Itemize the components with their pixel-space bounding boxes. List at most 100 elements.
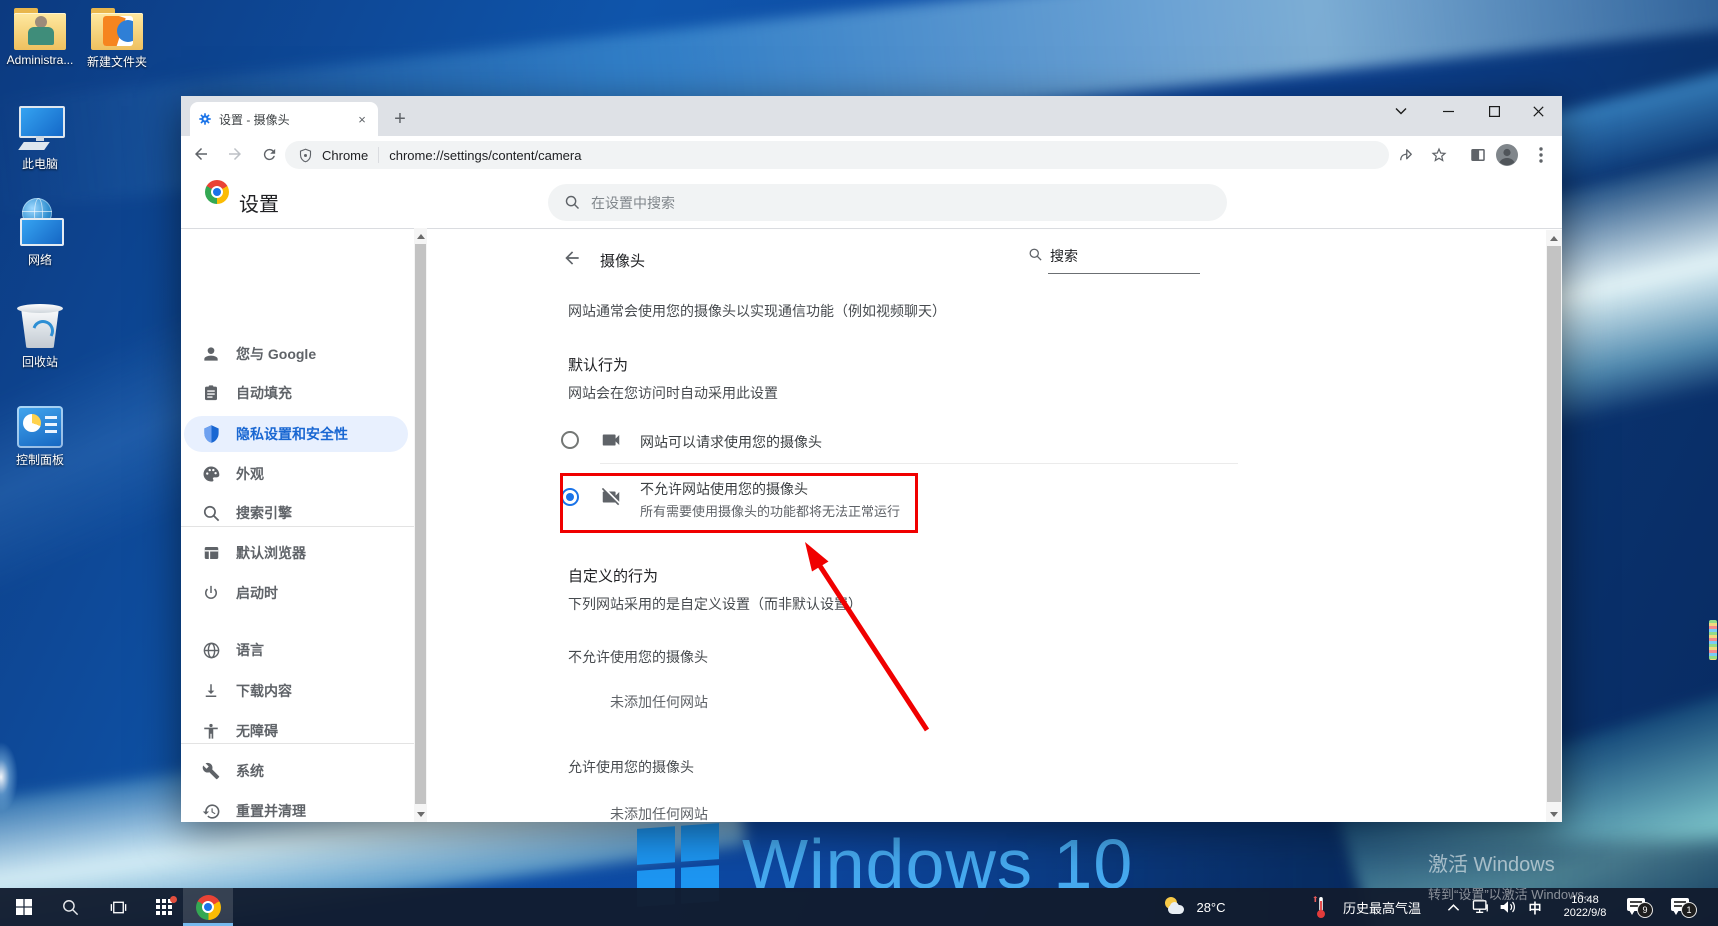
- page-search-icon: [1028, 247, 1043, 262]
- sidebar-scrollbar[interactable]: [414, 228, 427, 822]
- desktop-icon-admin-folder[interactable]: Administra...: [0, 8, 82, 67]
- sidebar-item-system[interactable]: 系统: [184, 753, 408, 789]
- tab-search-chevron-down-icon[interactable]: [1379, 96, 1423, 126]
- chrome-icon: [196, 895, 221, 920]
- sidebar-item-on-startup[interactable]: 启动时: [184, 575, 408, 611]
- badge-count: 9: [1637, 902, 1653, 918]
- sidebar-item-label: 系统: [236, 761, 264, 781]
- ime-indicator[interactable]: 中: [1522, 888, 1548, 926]
- radio-allow-ask[interactable]: [561, 431, 579, 449]
- search-engine-label: Chrome: [322, 148, 368, 163]
- maximize-icon[interactable]: [1472, 96, 1516, 126]
- tab-close-icon[interactable]: ×: [354, 111, 370, 127]
- profile-avatar[interactable]: [1493, 141, 1521, 169]
- network-places-icon: [12, 198, 68, 248]
- omnibox-separator: [378, 147, 379, 163]
- message-badge-button[interactable]: 1: [1666, 888, 1700, 926]
- network-icon[interactable]: [1468, 888, 1494, 926]
- taskbar-clock[interactable]: 10:48 2022/9/8: [1552, 888, 1618, 926]
- notification-dot: [170, 896, 177, 903]
- close-icon[interactable]: [1516, 96, 1560, 126]
- page-search-input[interactable]: 搜索: [1050, 246, 1078, 266]
- sidebar-item-appearance[interactable]: 外观: [184, 456, 408, 492]
- radio-allow-ask-label[interactable]: 网站可以请求使用您的摄像头: [640, 432, 822, 452]
- url-text[interactable]: chrome://settings/content/camera: [389, 148, 581, 163]
- sidebar-item-autofill[interactable]: 自动填充: [184, 375, 408, 411]
- sidebar-item-label: 启动时: [236, 583, 278, 603]
- page-scrollbar[interactable]: [1546, 230, 1562, 822]
- allowed-group-empty: 未添加任何网站: [610, 804, 708, 822]
- settings-search-input[interactable]: 在设置中搜索: [548, 184, 1227, 221]
- default-behavior-title: 默认行为: [568, 354, 628, 375]
- minimize-icon[interactable]: [1426, 96, 1470, 126]
- sidebar-item-default-browser[interactable]: 默认浏览器: [184, 535, 408, 571]
- sidebar-divider: [181, 743, 414, 744]
- person-icon: [201, 344, 221, 364]
- user-folder-icon: [14, 8, 66, 50]
- desktop-icon-label: 此电脑: [0, 155, 82, 172]
- sidebar-item-label: 无障碍: [236, 721, 278, 741]
- scroll-up-icon[interactable]: [414, 230, 427, 242]
- screen-edge-widget: [1709, 620, 1717, 660]
- page-back-icon[interactable]: [562, 248, 582, 268]
- desktop-icon-recycle-bin[interactable]: 回收站: [0, 300, 82, 370]
- settings-search-placeholder: 在设置中搜索: [591, 193, 675, 213]
- sidebar-item-downloads[interactable]: 下载内容: [184, 673, 408, 709]
- sidebar-item-label: 隐私设置和安全性: [236, 424, 348, 444]
- option-divider: [600, 463, 1238, 464]
- sidebar-divider: [181, 526, 414, 527]
- custom-behavior-subtitle: 下列网站采用的是自定义设置（而非默认设置）: [568, 594, 862, 614]
- sidebar-item-label: 语言: [236, 640, 264, 660]
- desktop-icon-new-folder[interactable]: 新建文件夹: [75, 8, 159, 70]
- clock-time: 10:48: [1571, 894, 1599, 907]
- search-icon: [61, 898, 80, 917]
- search-icon: [201, 503, 221, 523]
- taskbar-search-button[interactable]: [50, 888, 90, 926]
- address-bar[interactable]: Chrome chrome://settings/content/camera: [285, 141, 1389, 169]
- power-icon: [201, 583, 221, 603]
- forward-icon[interactable]: [221, 140, 249, 168]
- menu-dots-icon[interactable]: [1527, 141, 1555, 169]
- scroll-down-icon[interactable]: [414, 808, 427, 820]
- desktop-icon-control-panel[interactable]: 控制面板: [0, 406, 82, 468]
- task-view-button[interactable]: [98, 888, 138, 926]
- tab-settings-camera[interactable]: 设置 - 摄像头 ×: [190, 102, 378, 136]
- start-button[interactable]: [8, 888, 40, 926]
- desktop-icon-label: 控制面板: [0, 451, 82, 468]
- scroll-down-icon[interactable]: [1546, 808, 1562, 820]
- message-badge-button[interactable]: 9: [1622, 888, 1656, 926]
- sidebar-item-you-and-google[interactable]: 您与 Google: [184, 336, 408, 372]
- browser-icon: [201, 543, 221, 563]
- chevron-up-icon[interactable]: [1440, 888, 1466, 926]
- shield-icon: [201, 424, 221, 444]
- sidebar-item-privacy-and-security[interactable]: 隐私设置和安全性: [184, 416, 408, 452]
- scroll-up-icon[interactable]: [1546, 232, 1562, 244]
- message-bubble-icon: 9: [1627, 896, 1651, 918]
- desktop-icon-this-pc[interactable]: 此电脑: [0, 106, 82, 172]
- sidebar-item-languages[interactable]: 语言: [184, 632, 408, 668]
- side-panel-icon[interactable]: [1464, 141, 1492, 169]
- settings-header: 设置 在设置中搜索: [181, 172, 1562, 229]
- autofill-icon: [201, 383, 221, 403]
- volume-icon[interactable]: [1495, 888, 1521, 926]
- sidebar-item-label: 下载内容: [236, 681, 292, 701]
- reload-icon[interactable]: [255, 140, 283, 168]
- taskbar-chrome-button[interactable]: [183, 888, 233, 926]
- site-info-shield-icon[interactable]: [298, 148, 313, 163]
- page-search-underline: [1048, 273, 1200, 274]
- new-tab-button[interactable]: +: [386, 105, 414, 133]
- folder-icon: [91, 8, 143, 50]
- bookmark-star-icon[interactable]: [1425, 141, 1453, 169]
- custom-behavior-title: 自定义的行为: [568, 565, 658, 586]
- partly-cloudy-icon[interactable]: [1160, 888, 1190, 926]
- weather-temp[interactable]: 28°C: [1190, 888, 1232, 926]
- widget-label[interactable]: 历史最高气温: [1334, 888, 1430, 926]
- back-icon[interactable]: [187, 140, 215, 168]
- videocam-icon: [600, 429, 622, 451]
- share-icon[interactable]: [1392, 141, 1420, 169]
- apps-grid-button[interactable]: [144, 888, 184, 926]
- search-icon: [564, 194, 581, 211]
- thermometer-icon[interactable]: [1308, 888, 1330, 926]
- desktop-icon-network[interactable]: 网络: [0, 198, 82, 268]
- sidebar-item-reset-and-cleanup[interactable]: 重置并清理: [184, 793, 408, 822]
